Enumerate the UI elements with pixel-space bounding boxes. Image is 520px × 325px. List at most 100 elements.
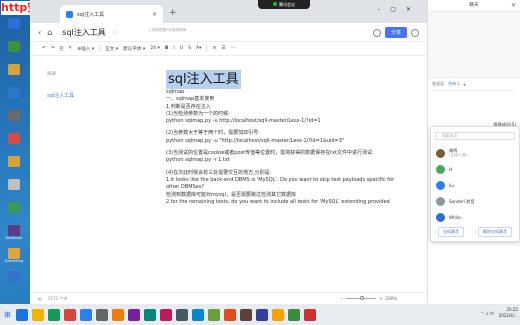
member-item[interactable]: Sanderi 聆音 (431, 193, 519, 209)
doc-heading[interactable]: sql注入工具 (166, 70, 241, 89)
zoom-level: 100% (385, 296, 397, 301)
taskbar-app-icon[interactable] (95, 308, 108, 321)
taskbar-app-icon[interactable] (191, 308, 204, 321)
toolbar-item[interactable]: 24 ▾ (150, 46, 160, 51)
toolbar-item[interactable]: I (173, 46, 174, 51)
taskbar-app-icon[interactable] (47, 308, 60, 321)
app-icon (8, 41, 20, 52)
more-icon[interactable] (411, 28, 419, 37)
toolbar-item[interactable]: ⋯ (230, 46, 235, 51)
window-controls[interactable]: –▢✕ (377, 6, 421, 13)
desktop-icon[interactable] (3, 87, 25, 111)
taskbar-app-icon[interactable] (15, 308, 28, 321)
message-input[interactable] (432, 90, 516, 116)
desktop-icon[interactable] (3, 202, 25, 226)
desktop-icon[interactable] (3, 156, 25, 180)
avatar (436, 180, 445, 190)
avatar[interactable] (372, 28, 381, 37)
zoom-slider[interactable] (346, 296, 377, 300)
taskbar-app-icon[interactable] (271, 308, 284, 321)
unmute-all-button[interactable]: 解除全体静音 (478, 227, 512, 237)
taskbar-app-icon[interactable] (303, 308, 316, 321)
doc-line[interactable]: 1.it looks like the back-end DBMS is 'My… (166, 177, 416, 184)
mute-all-button[interactable]: 全体静音 (438, 227, 464, 237)
chevron-down-icon[interactable]: ▾ (463, 82, 465, 87)
toolbar-item[interactable]: ↷ (51, 46, 55, 51)
zoom-out-icon[interactable]: − (340, 296, 343, 301)
doc-line[interactable]: python sqlmap.py -u http://localhost/sql… (166, 118, 416, 125)
toolbar-item[interactable]: U (180, 46, 183, 51)
member-item[interactable]: 胡鸣 (主持人,我) (431, 145, 519, 161)
close-tab-icon[interactable]: × (152, 11, 157, 18)
toolbar-item[interactable]: ≡ (212, 46, 216, 51)
taskbar-app-icon[interactable] (287, 308, 300, 321)
taskbar-app-icon[interactable] (207, 308, 220, 321)
taskbar-app-icon[interactable] (127, 308, 140, 321)
taskbar-app-icon[interactable] (159, 308, 172, 321)
doc-line[interactable]: (1)当检测参数为一个的时候: (166, 111, 416, 118)
zoom-knob[interactable] (360, 296, 365, 300)
doc-line[interactable]: other DBMSes? (166, 184, 416, 191)
taskbar-app-icon[interactable] (143, 308, 156, 321)
taskbar-app-icon[interactable] (79, 308, 92, 321)
member-item[interactable]: liu (431, 177, 519, 193)
doc-line[interactable]: (2)当参数大于等于两个时，需要加双引号: (166, 130, 416, 137)
taskbar: ⊞ ^ ⊙ 中 20:22 2022/4/... (0, 304, 520, 325)
doc-line[interactable]: (3)当测试的位置是cookie或者post传值等位置时，需将获得的数据保存在t… (166, 150, 416, 157)
doc-line[interactable]: 1.判断是否存在注入 (166, 104, 416, 111)
toolbar-item[interactable]: B (165, 46, 169, 51)
toolbar-item[interactable]: S (188, 46, 191, 51)
desktop-icon[interactable]: Everything (3, 248, 25, 272)
desktop-icon[interactable] (3, 271, 25, 295)
close-icon[interactable]: ✕ (511, 2, 516, 9)
clock: 20:22 2022/4/... (499, 307, 518, 319)
send-to-select[interactable]: 所有人 (448, 81, 460, 87)
share-button[interactable]: 分享 (384, 27, 407, 38)
toolbar-item[interactable]: ⎘ (60, 46, 64, 52)
desktop-icon[interactable] (3, 18, 25, 42)
toolbar-item[interactable]: ↶ (42, 46, 46, 51)
new-tab-icon[interactable]: + (169, 8, 177, 18)
taskbar-app-icon[interactable] (255, 308, 268, 321)
toolbar-item[interactable]: A▾ (196, 46, 201, 51)
taskbar-app-icon[interactable] (31, 308, 44, 321)
member-search-input[interactable]: 搜索成员 (435, 132, 515, 140)
home-icon[interactable]: ⌂ (47, 28, 52, 37)
desktop-icon[interactable]: Bandicam (3, 225, 25, 249)
desktop-icon[interactable] (3, 64, 25, 88)
system-tray[interactable]: ^ ⊙ 中 (481, 311, 494, 317)
member-item[interactable]: While. (431, 209, 519, 225)
toolbar-item[interactable]: ✎ (68, 46, 72, 51)
doc-line[interactable]: 检测到数据库可能对mysql，是否需要跳过检测其它数据库 (166, 192, 416, 199)
document-content[interactable]: sql注入工具 sqlmap 一、sqlmap基本使用 1.判断是否存在注入 (1)当… (166, 70, 416, 206)
doc-line[interactable]: python sqlmap.py -r 1.txt (166, 157, 416, 164)
editor-body: 目录 sql注入工具 sql注入工具 sqlmap 一、sqlmap基本使用 1.判… (30, 56, 453, 278)
doc-title[interactable]: sql注入工具 (62, 27, 105, 38)
desktop-icon[interactable] (3, 110, 25, 134)
desktop-icon[interactable] (3, 179, 25, 203)
zoom-in-icon[interactable]: + (379, 296, 382, 301)
toolbar-item[interactable]: ☰ (221, 46, 225, 51)
page-icon[interactable]: ▤ (38, 296, 42, 301)
doc-line[interactable]: python sqlmap.py -u "http://localhost/sq… (166, 138, 416, 145)
taskbar-app-icon[interactable] (239, 308, 252, 321)
taskbar-app-icon[interactable] (175, 308, 188, 321)
star-icon[interactable]: ☆ (112, 28, 118, 36)
tab-sql-tool[interactable]: sql注入工具 × (60, 5, 163, 23)
toolbar-item[interactable]: 默认字体 ▾ (123, 46, 145, 52)
toolbar-item[interactable]: 正文 ▾ (105, 46, 118, 52)
taskbar-app-icon[interactable] (223, 308, 236, 321)
outline-item[interactable]: sql注入工具 (47, 92, 74, 99)
doc-line[interactable]: 一、sqlmap基本使用 (166, 96, 416, 103)
taskbar-app-icon[interactable] (111, 308, 124, 321)
start-icon[interactable]: ⊞ (4, 310, 11, 319)
desktop-icon[interactable] (3, 41, 25, 65)
doc-line[interactable]: 2.for the remaining tests, do you want t… (166, 199, 416, 206)
send-to: 发送至: 所有人 ▾ (428, 78, 520, 90)
back-icon[interactable]: ‹ (38, 28, 41, 37)
toolbar-item[interactable]: ⊕插入 ▾ (77, 46, 94, 52)
desktop-icon[interactable] (3, 133, 25, 157)
taskbar-app-icon[interactable] (63, 308, 76, 321)
doc-line[interactable]: (4)在次此时候会有三处需要交互的地方,分别是: (166, 170, 416, 177)
member-item[interactable]: H (431, 161, 519, 177)
